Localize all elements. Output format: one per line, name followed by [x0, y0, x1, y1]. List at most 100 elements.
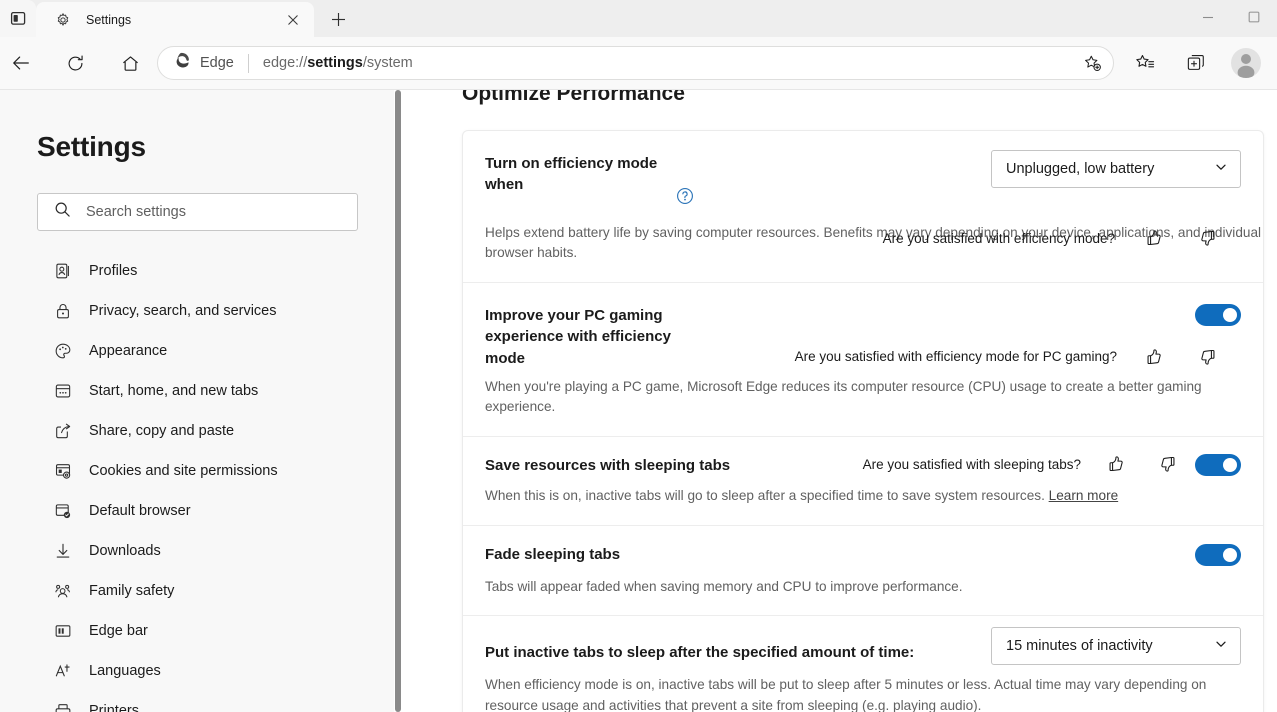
star-plus-icon[interactable] — [1077, 48, 1107, 78]
settings-content: Optimize Performance Turn on efficiency … — [402, 90, 1277, 712]
pc-gaming-description: When you're playing a PC game, Microsoft… — [485, 377, 1245, 436]
fade-sleeping-tabs-toggle[interactable] — [1195, 544, 1241, 566]
sleeping-tabs-feedback-question: Are you satisfied with sleeping tabs? — [863, 457, 1081, 472]
sidebar-item-label: Profiles — [89, 263, 137, 279]
people-icon — [53, 581, 73, 601]
sidebar-item-privacy[interactable]: Privacy, search, and services — [0, 291, 394, 331]
sidebar-item-start-home[interactable]: Start, home, and new tabs — [0, 371, 394, 411]
inactive-tabs-dropdown-value: 15 minutes of inactivity — [1006, 638, 1153, 654]
sidebar-item-label: Default browser — [89, 503, 191, 519]
pc-gaming-row: Improve your PC gaming experience with e… — [463, 282, 1263, 436]
sidebar-item-languages[interactable]: Languages — [0, 651, 394, 691]
address-bar[interactable]: Edge edge://settings/system — [157, 46, 1114, 80]
efficiency-mode-row: Turn on efficiency mode when Unplugged, … — [463, 131, 1263, 282]
inactive-tabs-description: When efficiency mode is on, inactive tab… — [485, 661, 1245, 712]
download-arrow-icon — [53, 541, 73, 561]
efficiency-feedback-question: Are you satisfied with efficiency mode? — [883, 231, 1115, 246]
home-icon[interactable] — [113, 46, 147, 80]
efficiency-mode-title: Turn on efficiency mode when — [485, 153, 660, 196]
inactive-tabs-dropdown[interactable]: 15 minutes of inactivity — [991, 627, 1241, 665]
sleeping-tabs-feedback: Are you satisfied with sleeping tabs? — [863, 449, 1185, 479]
cookies-gear-icon — [53, 461, 73, 481]
efficiency-feedback: Are you satisfied with efficiency mode? — [883, 223, 1225, 253]
sidebar-item-label: Privacy, search, and services — [89, 303, 277, 319]
thumbs-down-icon[interactable] — [1191, 223, 1225, 253]
thumbs-down-icon[interactable] — [1151, 449, 1185, 479]
search-input[interactable] — [86, 204, 357, 220]
omnibox-divider — [248, 54, 249, 73]
lock-icon — [53, 301, 73, 321]
fade-sleeping-tabs-row: Fade sleeping tabs Tabs will appear fade… — [463, 525, 1263, 616]
pc-gaming-toggle[interactable] — [1195, 304, 1241, 326]
sleeping-tabs-row: Save resources with sleeping tabs Are yo… — [463, 436, 1263, 525]
sidebar-item-label: Cookies and site permissions — [89, 463, 278, 479]
pc-gaming-title: Improve your PC gaming experience with e… — [485, 305, 700, 369]
languages-icon — [53, 661, 73, 681]
browser-toolbar: Edge edge://settings/system — [0, 37, 1277, 90]
page-title: Settings — [37, 131, 394, 163]
efficiency-mode-dropdown-value: Unplugged, low battery — [1006, 161, 1154, 177]
sidebar-item-default-browser[interactable]: Default browser — [0, 491, 394, 531]
close-icon[interactable] — [280, 7, 306, 33]
favorites-star-icon[interactable] — [1128, 46, 1162, 80]
url-prefix: edge:// — [263, 55, 307, 71]
sidebar-item-family-safety[interactable]: Family safety — [0, 571, 394, 611]
thumbs-up-icon[interactable] — [1137, 223, 1171, 253]
tab-strip: Settings — [0, 0, 1277, 37]
sidebar-item-label: Downloads — [89, 543, 161, 559]
avatar[interactable] — [1229, 46, 1263, 80]
sidebar-item-cookies[interactable]: Cookies and site permissions — [0, 451, 394, 491]
fade-sleeping-tabs-title: Fade sleeping tabs — [485, 546, 1241, 563]
pc-gaming-feedback: Are you satisfied with efficiency mode f… — [795, 342, 1225, 372]
sidebar-item-printers[interactable]: Printers — [0, 691, 394, 712]
page-scrollbar[interactable] — [394, 90, 402, 712]
sidebar-item-label: Start, home, and new tabs — [89, 383, 258, 399]
sidebar-item-label: Appearance — [89, 343, 167, 359]
url-bold: settings — [307, 55, 363, 71]
scrollbar-thumb[interactable] — [395, 90, 401, 712]
back-arrow-icon[interactable] — [4, 46, 38, 80]
sidebar-item-label: Languages — [89, 663, 161, 679]
minimize-button[interactable] — [1185, 0, 1231, 33]
printer-icon — [53, 701, 73, 712]
new-tab-button[interactable] — [320, 4, 356, 34]
refresh-icon[interactable] — [58, 46, 92, 80]
tab-search-icon[interactable] — [0, 0, 36, 37]
sidebar-item-label: Share, copy and paste — [89, 423, 234, 439]
sidebar-item-downloads[interactable]: Downloads — [0, 531, 394, 571]
avatar-icon — [1231, 48, 1261, 78]
edge-logo-icon — [172, 51, 191, 75]
window-controls — [1185, 0, 1277, 33]
efficiency-mode-dropdown[interactable]: Unplugged, low battery — [991, 150, 1241, 188]
maximize-button[interactable] — [1231, 0, 1277, 33]
chevron-down-icon — [1214, 160, 1228, 178]
sleeping-tabs-toggle[interactable] — [1195, 454, 1241, 476]
section-title: Optimize Performance — [462, 90, 1277, 106]
sidebar-item-label: Printers — [89, 703, 139, 712]
chevron-down-icon — [1214, 637, 1228, 655]
search-settings-box[interactable] — [37, 193, 358, 231]
sidebar-item-edge-bar[interactable]: Edge bar — [0, 611, 394, 651]
pc-gaming-feedback-question: Are you satisfied with efficiency mode f… — [795, 349, 1117, 364]
thumbs-up-icon[interactable] — [1137, 342, 1171, 372]
tab-title: Settings — [86, 13, 280, 27]
sidebar-item-appearance[interactable]: Appearance — [0, 331, 394, 371]
browser-window-icon — [53, 381, 73, 401]
sidebar-item-profiles[interactable]: Profiles — [0, 251, 394, 291]
gear-icon — [54, 11, 72, 29]
sidebar-item-label: Edge bar — [89, 623, 148, 639]
tab-settings[interactable]: Settings — [36, 2, 314, 37]
fade-sleeping-tabs-description: Tabs will appear faded when saving memor… — [485, 563, 1241, 616]
search-icon — [54, 201, 71, 223]
sidebar-item-share-copy-paste[interactable]: Share, copy and paste — [0, 411, 394, 451]
collections-icon[interactable] — [1179, 46, 1213, 80]
help-circle-icon[interactable] — [675, 186, 695, 206]
performance-settings-card: Turn on efficiency mode when Unplugged, … — [462, 130, 1264, 712]
sleeping-tabs-description: When this is on, inactive tabs will go t… — [485, 488, 1045, 503]
edge-chip-label: Edge — [200, 55, 234, 71]
url-text: edge://settings/system — [263, 55, 1077, 71]
thumbs-down-icon[interactable] — [1191, 342, 1225, 372]
thumbs-up-icon[interactable] — [1099, 449, 1133, 479]
learn-more-link[interactable]: Learn more — [1049, 488, 1119, 503]
default-browser-check-icon — [53, 501, 73, 521]
